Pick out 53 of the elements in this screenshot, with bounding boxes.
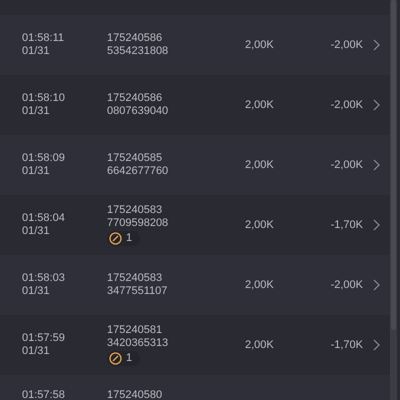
- transaction-id: 0807639040: [107, 105, 168, 118]
- result-amount: -1,70K: [330, 218, 363, 232]
- transaction-time: 01:58:03: [22, 272, 65, 285]
- bet-amount: 2,00K: [245, 338, 275, 352]
- transaction-row[interactable]: 01:58:09 01/31 175240585 6642677760 2,00K -2,00K: [0, 135, 390, 195]
- bet-amount: 2,00K: [245, 158, 275, 172]
- result-amount: -2,00K: [330, 278, 363, 292]
- transaction-time: 01:57:58: [22, 389, 65, 400]
- badge-count: 1: [126, 352, 132, 365]
- result-amount: -2,00K: [330, 38, 363, 52]
- transaction-row[interactable]: 01:57:58 175240580: [0, 375, 390, 400]
- chevron-right-icon[interactable]: [373, 159, 380, 171]
- transaction-id: 7709598208: [107, 217, 168, 230]
- transaction-id: 6642677760: [107, 165, 168, 178]
- bet-amount: 2,00K: [245, 278, 275, 292]
- chevron-right-icon[interactable]: [373, 99, 380, 111]
- bet-amount: 2,00K: [245, 218, 275, 232]
- transaction-time: 01:58:09: [22, 152, 65, 165]
- transaction-date: 01/31: [22, 225, 50, 238]
- coin-icon: [109, 352, 122, 365]
- transaction-id: 175240586: [107, 92, 162, 105]
- transaction-row[interactable]: 01:58:11 01/31 175240586 5354231808 2,00K -2,00K: [0, 15, 390, 75]
- chevron-right-icon[interactable]: [373, 339, 380, 351]
- transaction-time: 01:58:10: [22, 92, 65, 105]
- transaction-time: 01:58:04: [22, 212, 65, 225]
- scrollbar[interactable]: [390, 0, 397, 400]
- result-amount: -1,70K: [330, 338, 363, 352]
- transaction-id: 3477551107: [107, 285, 168, 298]
- bet-amount: 2,00K: [245, 98, 275, 112]
- coin-icon: [109, 232, 122, 245]
- transaction-id: 175240583: [107, 204, 162, 217]
- bet-amount: 2,00K: [245, 38, 275, 52]
- transaction-id: 175240585: [107, 152, 162, 165]
- transaction-id: 175240586: [107, 32, 162, 45]
- result-amount: -2,00K: [330, 98, 363, 112]
- transaction-id: 5354231808: [107, 45, 168, 58]
- transaction-id: 175240580: [107, 389, 162, 400]
- transaction-row[interactable]: 01:58:03 01/31 175240583 3477551107 2,00K -2,00K: [0, 255, 390, 315]
- transaction-id: 3420365313: [107, 337, 168, 350]
- transaction-date: 01/31: [22, 285, 50, 298]
- chevron-right-icon[interactable]: [373, 219, 380, 231]
- badge-count: 1: [126, 232, 132, 245]
- transaction-date: 01/31: [22, 165, 50, 178]
- chevron-right-icon[interactable]: [373, 39, 380, 51]
- transaction-time: 01:57:59: [22, 332, 65, 345]
- transaction-id: 175240581: [107, 324, 162, 337]
- transaction-date: 01/31: [22, 105, 50, 118]
- chevron-right-icon[interactable]: [373, 279, 380, 291]
- result-amount: -2,00K: [330, 158, 363, 172]
- transaction-date: 01/31: [22, 345, 50, 358]
- transaction-id: 175240583: [107, 272, 162, 285]
- transaction-time: 01:58:11: [22, 32, 64, 45]
- transaction-date: 01/31: [22, 45, 50, 58]
